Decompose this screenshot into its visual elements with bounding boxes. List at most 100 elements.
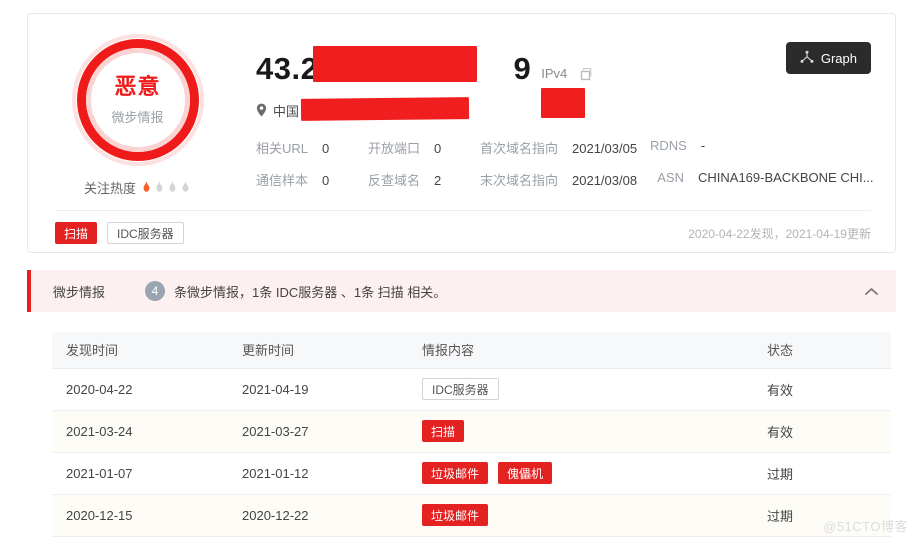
verdict-source: 微步情报: [111, 109, 164, 125]
card-divider: [55, 210, 871, 211]
stat-7: ASN CHINA169-BACKBONE CHI...: [650, 170, 874, 189]
cell-intel-content: 垃圾邮件: [408, 494, 753, 537]
stat-value: 2021/03/05: [572, 141, 638, 156]
redaction-bar-location-2: [541, 88, 585, 118]
cell-tag-list: 垃圾邮件 傀儡机: [422, 462, 753, 484]
cell-found-time: 2021-03-24: [52, 410, 228, 453]
watermark: @51CTO博客: [823, 519, 908, 534]
ip-summary-card: 恶意 微步情报 关注热度 43.2000000000009 IPv4: [27, 13, 896, 253]
intel-table: 发现时间 更新时间 情报内容 状态 2020-04-22 2021-04-19 ID…: [52, 332, 891, 537]
stat-label: 通信样本: [256, 173, 309, 188]
column-header-updated: 更新时间: [228, 332, 408, 369]
stat-label: 末次域名指向: [480, 173, 559, 188]
stat-6: 末次域名指向 2021/03/08: [480, 170, 650, 189]
cell-tag-list: IDC服务器: [422, 378, 753, 400]
stat-value: 0: [322, 173, 330, 188]
table-row[interactable]: 2021-01-07 2021-01-12 垃圾邮件 傀儡机 过期: [52, 452, 891, 495]
stat-label: RDNS: [650, 138, 687, 153]
cell-intel-content: 垃圾邮件 傀儡机: [408, 452, 753, 495]
cell-tag-list: 扫描: [422, 420, 753, 442]
stat-0: 相关URL 0: [256, 138, 368, 157]
cell-intel-content: IDC服务器: [408, 368, 753, 411]
cell-intel-content: 扫描: [408, 410, 753, 453]
location-pin-icon: [256, 103, 267, 117]
stat-value: CHINA169-BACKBONE CHI...: [698, 170, 874, 185]
heat-flames: [141, 181, 191, 194]
heat-indicator: 关注热度: [55, 178, 220, 197]
stat-4: 通信样本 0: [256, 170, 368, 189]
ip-line: 43.2000000000009 IPv4: [256, 42, 871, 84]
location-line: 中国 河 中心 | 中国: [256, 88, 871, 121]
cell-found-time: 2020-12-15: [52, 494, 228, 537]
ip-address[interactable]: 43.2000000000009: [256, 46, 532, 86]
verdict-gauge-block: 恶意 微步情报 关注热度: [55, 34, 220, 197]
stat-label: ASN: [657, 170, 684, 185]
verdict-label: 恶意: [114, 74, 161, 100]
stat-value: 2: [434, 173, 442, 188]
banner-title: 微步情报: [53, 284, 106, 300]
stat-label: 反查域名: [368, 173, 421, 188]
stat-5: 反查域名 2: [368, 170, 480, 189]
copy-icon[interactable]: [577, 66, 593, 84]
stat-value: 0: [434, 141, 442, 156]
table-header-row: 发现时间 更新时间 情报内容 状态: [52, 332, 891, 369]
discover-time: 2020-04-22发现，2021-04-19更新: [688, 226, 871, 241]
heat-flame-icon: [141, 181, 152, 194]
stat-label: 相关URL: [256, 141, 309, 156]
banner-text: 条微步情报，1条 IDC服务器 、1条 扫描 相关。: [174, 284, 447, 300]
cell-updated-time: 2020-12-22: [228, 494, 408, 537]
stat-label: 开放端口: [368, 141, 421, 156]
graph-button-label: Graph: [820, 50, 857, 66]
intel-table-head: 发现时间 更新时间 情报内容 状态: [52, 332, 891, 369]
ip-type-label: IPv4: [541, 66, 568, 81]
gauge-center: 恶意 微步情报: [72, 34, 204, 166]
table-row[interactable]: 2021-03-24 2021-03-27 扫描 有效: [52, 410, 891, 453]
tag-danger[interactable]: 垃圾邮件: [422, 504, 489, 526]
column-header-status: 状态: [753, 332, 891, 369]
chevron-up-icon[interactable]: [861, 283, 882, 300]
ip-intelligence-page: 恶意 微步情报 关注热度 43.2000000000009 IPv4: [0, 0, 923, 543]
tag-danger[interactable]: 扫描: [55, 222, 98, 244]
graph-button[interactable]: Graph: [785, 42, 871, 74]
stat-3: RDNS -: [650, 138, 874, 157]
heat-label: 关注热度: [83, 181, 136, 196]
tag-danger[interactable]: 傀儡机: [498, 462, 553, 484]
heat-flame-icon: [167, 181, 178, 194]
tag-danger[interactable]: 垃圾邮件: [422, 462, 489, 484]
intel-count-badge: 4: [145, 281, 165, 301]
tag-plain[interactable]: IDC服务器: [422, 378, 499, 400]
stats-grid: 相关URL 0 开放端口 0 首次域名指向 2021/03/05 RDNS - 通信样本 0 反查域…: [256, 138, 874, 189]
cell-updated-time: 2021-04-19: [228, 368, 408, 411]
column-header-content: 情报内容: [408, 332, 753, 369]
intel-summary-banner: 微步情报 4 条微步情报，1条 IDC服务器 、1条 扫描 相关。: [27, 270, 896, 312]
cell-status: 过期: [753, 452, 891, 495]
cell-updated-time: 2021-01-12: [228, 452, 408, 495]
stat-value: 0: [322, 141, 330, 156]
ip-address-head: 43.2: [256, 51, 319, 86]
stat-label: 首次域名指向: [480, 141, 559, 156]
tag-plain[interactable]: IDC服务器: [107, 222, 184, 244]
heat-flame-icon: [154, 181, 165, 194]
intel-table-body: 2020-04-22 2021-04-19 IDC服务器 有效 2021-03-24 20…: [52, 368, 891, 537]
column-header-found: 发现时间: [52, 332, 228, 369]
ip-info-block: 43.2000000000009 IPv4: [256, 42, 874, 189]
cell-found-time: 2021-01-07: [52, 452, 228, 495]
cell-tag-list: 垃圾邮件: [422, 504, 753, 526]
tag-danger[interactable]: 扫描: [422, 420, 465, 442]
ip-address-tail: 9: [513, 51, 532, 86]
table-row[interactable]: 2020-12-15 2020-12-22 垃圾邮件 过期: [52, 494, 891, 537]
cell-found-time: 2020-04-22: [52, 368, 228, 411]
location-country: 中国: [273, 103, 300, 119]
redaction-bar-location-1: [300, 97, 470, 121]
heat-flame-icon: [180, 181, 191, 194]
stat-value: 2021/03/08: [572, 173, 638, 188]
stat-1: 开放端口 0: [368, 138, 480, 157]
cell-updated-time: 2021-03-27: [228, 410, 408, 453]
table-row[interactable]: 2020-04-22 2021-04-19 IDC服务器 有效: [52, 368, 891, 411]
cell-status: 有效: [753, 410, 891, 453]
graph-node-icon: [800, 50, 814, 67]
redaction-bar-ip: [313, 46, 477, 82]
tag-row: 扫描 IDC服务器 2020-04-22发现，2021-04-19更新: [55, 220, 871, 246]
stat-2: 首次域名指向 2021/03/05: [480, 138, 650, 157]
verdict-gauge: 恶意 微步情报: [71, 34, 204, 166]
